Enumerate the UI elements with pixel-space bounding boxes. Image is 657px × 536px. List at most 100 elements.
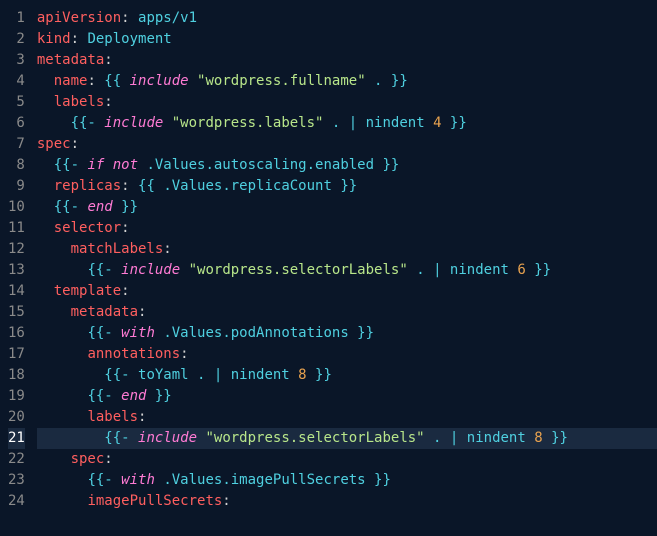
code-token <box>37 346 88 362</box>
code-token: with <box>121 472 155 488</box>
code-line[interactable]: labels: <box>37 407 657 428</box>
code-token: {{- <box>104 367 138 383</box>
code-token <box>37 199 54 215</box>
code-token: spec <box>37 136 71 152</box>
code-token: 8 <box>298 367 306 383</box>
code-line[interactable]: annotations: <box>37 344 657 365</box>
code-token <box>37 430 104 446</box>
line-number: 2 <box>8 29 25 50</box>
code-token: }} <box>349 325 374 341</box>
code-token: : <box>104 94 112 110</box>
code-line[interactable]: template: <box>37 281 657 302</box>
code-line[interactable]: spec: <box>37 134 657 155</box>
code-token: template <box>54 283 121 299</box>
code-line[interactable]: {{- if not .Values.autoscaling.enabled }… <box>37 155 657 176</box>
line-number-gutter: 123456789101112131415161718192021222324 <box>0 8 37 512</box>
code-token: .Values.podAnnotations <box>163 325 348 341</box>
code-token: }} <box>543 430 568 446</box>
code-line[interactable]: spec: <box>37 449 657 470</box>
code-token <box>37 304 71 320</box>
line-number: 21 <box>8 428 25 449</box>
code-token: "wordpress.selectorLabels" <box>189 262 408 278</box>
code-line[interactable]: matchLabels: <box>37 239 657 260</box>
code-token: replicas <box>54 178 121 194</box>
code-token: 4 <box>433 115 441 131</box>
code-line[interactable]: {{- with .Values.imagePullSecrets }} <box>37 470 657 491</box>
code-line[interactable]: {{- include "wordpress.selectorLabels" .… <box>37 428 657 449</box>
code-token: toYaml . <box>138 367 214 383</box>
code-token: : <box>222 493 230 509</box>
code-token: 6 <box>517 262 525 278</box>
code-token: metadata <box>71 304 138 320</box>
code-line[interactable]: replicas: {{ .Values.replicaCount }} <box>37 176 657 197</box>
code-token: metadata <box>37 52 104 68</box>
code-line[interactable]: {{- include "wordpress.labels" . | ninde… <box>37 113 657 134</box>
code-token: }} <box>374 157 399 173</box>
code-token <box>37 325 88 341</box>
line-number: 8 <box>8 155 25 176</box>
code-token: : <box>180 346 188 362</box>
code-token <box>37 220 54 236</box>
line-number: 3 <box>8 50 25 71</box>
code-token: matchLabels <box>71 241 164 257</box>
code-line[interactable]: apiVersion: apps/v1 <box>37 8 657 29</box>
code-line[interactable]: selector: <box>37 218 657 239</box>
code-token <box>163 115 171 131</box>
line-number: 16 <box>8 323 25 344</box>
code-line[interactable]: {{- include "wordpress.selectorLabels" .… <box>37 260 657 281</box>
code-token: : <box>138 304 146 320</box>
code-token: : <box>138 409 146 425</box>
code-token: name <box>54 73 88 89</box>
code-token: end <box>87 199 112 215</box>
code-content[interactable]: apiVersion: apps/v1kind: Deploymentmetad… <box>37 8 657 512</box>
code-token: .Values.replicaCount <box>163 178 332 194</box>
line-number: 24 <box>8 491 25 512</box>
code-token: {{- <box>54 199 88 215</box>
code-line[interactable]: imagePullSecrets: <box>37 491 657 512</box>
code-token <box>37 262 88 278</box>
code-token: : <box>121 283 129 299</box>
code-editor[interactable]: 123456789101112131415161718192021222324 … <box>0 0 657 520</box>
code-token: . <box>425 430 450 446</box>
code-line[interactable]: {{- end }} <box>37 386 657 407</box>
code-token: }} <box>366 472 391 488</box>
code-token <box>37 283 54 299</box>
code-token: nindent <box>467 430 534 446</box>
code-token: Deployment <box>87 31 171 47</box>
line-number: 22 <box>8 449 25 470</box>
code-line[interactable]: kind: Deployment <box>37 29 657 50</box>
line-number: 19 <box>8 386 25 407</box>
code-line[interactable]: name: {{ include "wordpress.fullname" . … <box>37 71 657 92</box>
code-line[interactable]: {{- with .Values.podAnnotations }} <box>37 323 657 344</box>
code-token: include <box>130 73 189 89</box>
code-line[interactable]: metadata: <box>37 302 657 323</box>
code-token: include <box>104 115 163 131</box>
code-token: }} <box>146 388 171 404</box>
code-token <box>37 451 71 467</box>
line-number: 15 <box>8 302 25 323</box>
line-number: 13 <box>8 260 25 281</box>
code-token: selector <box>54 220 121 236</box>
code-token: 8 <box>534 430 542 446</box>
code-token: imagePullSecrets <box>87 493 222 509</box>
code-line[interactable]: labels: <box>37 92 657 113</box>
code-token: {{- <box>87 325 121 341</box>
code-token <box>189 73 197 89</box>
code-line[interactable]: metadata: <box>37 50 657 71</box>
line-number: 6 <box>8 113 25 134</box>
code-token: "wordpress.fullname" <box>197 73 366 89</box>
code-line[interactable]: {{- end }} <box>37 197 657 218</box>
code-line[interactable]: {{- toYaml . | nindent 8 }} <box>37 365 657 386</box>
line-number: 23 <box>8 470 25 491</box>
code-token: : <box>163 241 171 257</box>
line-number: 5 <box>8 92 25 113</box>
code-token: | <box>349 115 366 131</box>
code-token: : <box>121 220 129 236</box>
line-number: 20 <box>8 407 25 428</box>
code-token: }} <box>526 262 551 278</box>
code-token: apiVersion <box>37 10 121 26</box>
code-token <box>37 157 54 173</box>
line-number: 11 <box>8 218 25 239</box>
code-token: {{ <box>138 178 163 194</box>
code-token: {{- <box>87 472 121 488</box>
